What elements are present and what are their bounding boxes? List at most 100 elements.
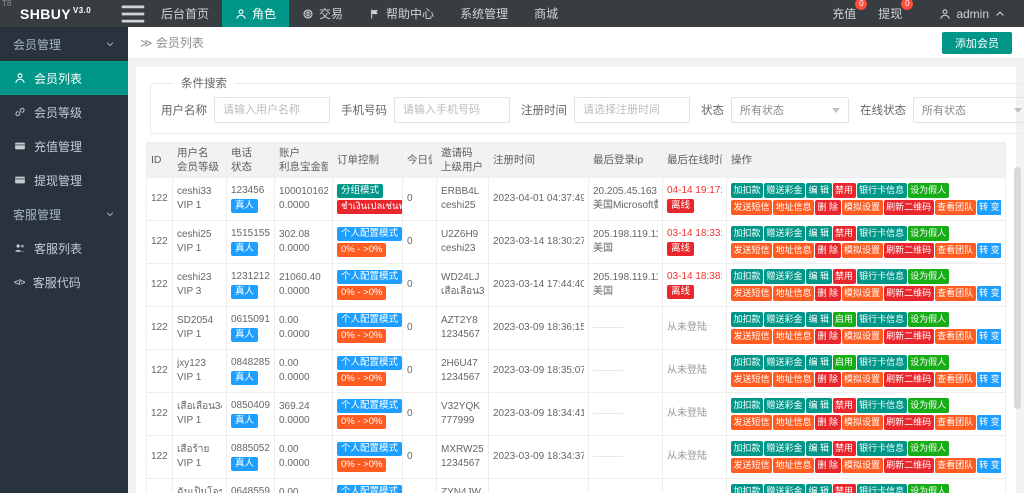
action-button[interactable]: 设为假人 <box>908 441 949 456</box>
action-button[interactable]: 加扣款 <box>731 312 763 327</box>
action-button[interactable]: 刷新二维码 <box>884 200 934 215</box>
add-member-button[interactable]: 添加会员 <box>942 32 1012 54</box>
action-button[interactable]: 赠送彩金 <box>764 312 805 327</box>
action-button[interactable]: 模拟设置 <box>842 458 883 473</box>
nav-item-2[interactable]: 交易 <box>289 0 356 27</box>
action-button[interactable]: 刷新二维码 <box>884 415 934 430</box>
action-button[interactable]: 发送短信 <box>731 200 772 215</box>
action-button[interactable]: 设为假人 <box>908 226 949 241</box>
action-button[interactable]: 删 除 <box>815 329 841 344</box>
action-button[interactable]: 刷新二维码 <box>884 458 934 473</box>
action-button[interactable]: 银行卡信息 <box>857 226 907 241</box>
action-button[interactable]: 模拟设置 <box>842 415 883 430</box>
action-button[interactable]: 设为假人 <box>908 484 949 493</box>
sidebar-item[interactable]: 提现管理 <box>0 163 128 197</box>
action-button[interactable]: 赠送彩金 <box>764 484 805 493</box>
action-button[interactable]: 地址信息 <box>773 329 814 344</box>
action-button[interactable]: 编 辑 <box>806 226 832 241</box>
hamburger-icon[interactable] <box>118 0 148 27</box>
action-button[interactable]: 查看团队 <box>935 243 976 258</box>
action-button[interactable]: 地址信息 <box>773 286 814 301</box>
action-button[interactable]: 转 变 <box>977 243 1001 258</box>
action-button[interactable]: 地址信息 <box>773 372 814 387</box>
action-button[interactable]: 加扣款 <box>731 398 763 413</box>
action-button[interactable]: 发送短信 <box>731 286 772 301</box>
action-button[interactable]: 发送短信 <box>731 458 772 473</box>
action-button[interactable]: 禁用 <box>833 269 856 284</box>
action-button[interactable]: 设为假人 <box>908 312 949 327</box>
nav-item-5[interactable]: 商城 <box>521 0 571 27</box>
action-button[interactable]: 启用 <box>833 355 856 370</box>
action-button[interactable]: 地址信息 <box>773 415 814 430</box>
action-button[interactable]: 转 变 <box>977 415 1001 430</box>
action-button[interactable]: 转 变 <box>977 200 1001 215</box>
action-button[interactable]: 发送短信 <box>731 329 772 344</box>
action-button[interactable]: 设为假人 <box>908 355 949 370</box>
action-button[interactable]: 银行卡信息 <box>857 312 907 327</box>
action-button[interactable]: 银行卡信息 <box>857 355 907 370</box>
action-button[interactable]: 银行卡信息 <box>857 183 907 198</box>
admin-menu[interactable]: admin <box>931 7 1014 21</box>
sidebar-item[interactable]: 会员列表 <box>0 61 128 95</box>
action-button[interactable]: 禁用 <box>833 484 856 493</box>
sidebar-group-header[interactable]: 会员管理 <box>0 27 128 61</box>
action-button[interactable]: 赠送彩金 <box>764 226 805 241</box>
sidebar-item[interactable]: 客服列表 <box>0 231 128 265</box>
action-button[interactable]: 模拟设置 <box>842 243 883 258</box>
online-status-select[interactable]: 所有状态 <box>913 97 1024 123</box>
action-button[interactable]: 刷新二维码 <box>884 372 934 387</box>
action-button[interactable]: 设为假人 <box>908 269 949 284</box>
action-button[interactable]: 查看团队 <box>935 200 976 215</box>
action-button[interactable]: 启用 <box>833 312 856 327</box>
action-button[interactable]: 赠送彩金 <box>764 441 805 456</box>
sidebar-group-header[interactable]: 客服管理 <box>0 197 128 231</box>
action-button[interactable]: 查看团队 <box>935 458 976 473</box>
action-button[interactable]: 转 变 <box>977 329 1001 344</box>
action-button[interactable]: 删 除 <box>815 458 841 473</box>
action-button[interactable]: 禁用 <box>833 183 856 198</box>
sidebar-item[interactable]: 会员等级 <box>0 95 128 129</box>
nav-item-1[interactable]: 角色 <box>222 0 289 27</box>
action-button[interactable]: 赠送彩金 <box>764 269 805 284</box>
action-button[interactable]: 设为假人 <box>908 183 949 198</box>
action-button[interactable]: 地址信息 <box>773 243 814 258</box>
action-button[interactable]: 加扣款 <box>731 183 763 198</box>
action-button[interactable]: 地址信息 <box>773 458 814 473</box>
action-button[interactable]: 编 辑 <box>806 441 832 456</box>
action-button[interactable]: 编 辑 <box>806 398 832 413</box>
action-button[interactable]: 发送短信 <box>731 243 772 258</box>
action-button[interactable]: 删 除 <box>815 286 841 301</box>
action-button[interactable]: 模拟设置 <box>842 329 883 344</box>
scrollbar-thumb[interactable] <box>1014 167 1021 409</box>
action-button[interactable]: 刷新二维码 <box>884 243 934 258</box>
action-button[interactable]: 删 除 <box>815 372 841 387</box>
action-button[interactable]: 查看团队 <box>935 415 976 430</box>
action-button[interactable]: 银行卡信息 <box>857 484 907 493</box>
quick-link-1[interactable]: 提现0 <box>867 5 913 22</box>
action-button[interactable]: 删 除 <box>815 200 841 215</box>
action-button[interactable]: 编 辑 <box>806 355 832 370</box>
action-button[interactable]: 编 辑 <box>806 269 832 284</box>
username-input[interactable] <box>214 97 330 123</box>
action-button[interactable]: 禁用 <box>833 398 856 413</box>
action-button[interactable]: 赠送彩金 <box>764 398 805 413</box>
action-button[interactable]: 银行卡信息 <box>857 269 907 284</box>
action-button[interactable]: 删 除 <box>815 415 841 430</box>
action-button[interactable]: 加扣款 <box>731 441 763 456</box>
action-button[interactable]: 删 除 <box>815 243 841 258</box>
action-button[interactable]: 转 变 <box>977 286 1001 301</box>
nav-item-3[interactable]: 帮助中心 <box>356 0 447 27</box>
action-button[interactable]: 模拟设置 <box>842 286 883 301</box>
action-button[interactable]: 查看团队 <box>935 286 976 301</box>
action-button[interactable]: 查看团队 <box>935 372 976 387</box>
action-button[interactable]: 查看团队 <box>935 329 976 344</box>
action-button[interactable]: 加扣款 <box>731 269 763 284</box>
action-button[interactable]: 地址信息 <box>773 200 814 215</box>
action-button[interactable]: 刷新二维码 <box>884 329 934 344</box>
quick-link-0[interactable]: 充值0 <box>821 5 867 22</box>
action-button[interactable]: 加扣款 <box>731 355 763 370</box>
nav-item-0[interactable]: 后台首页 <box>148 0 222 27</box>
action-button[interactable]: 加扣款 <box>731 484 763 493</box>
action-button[interactable]: 加扣款 <box>731 226 763 241</box>
phone-input[interactable] <box>394 97 510 123</box>
